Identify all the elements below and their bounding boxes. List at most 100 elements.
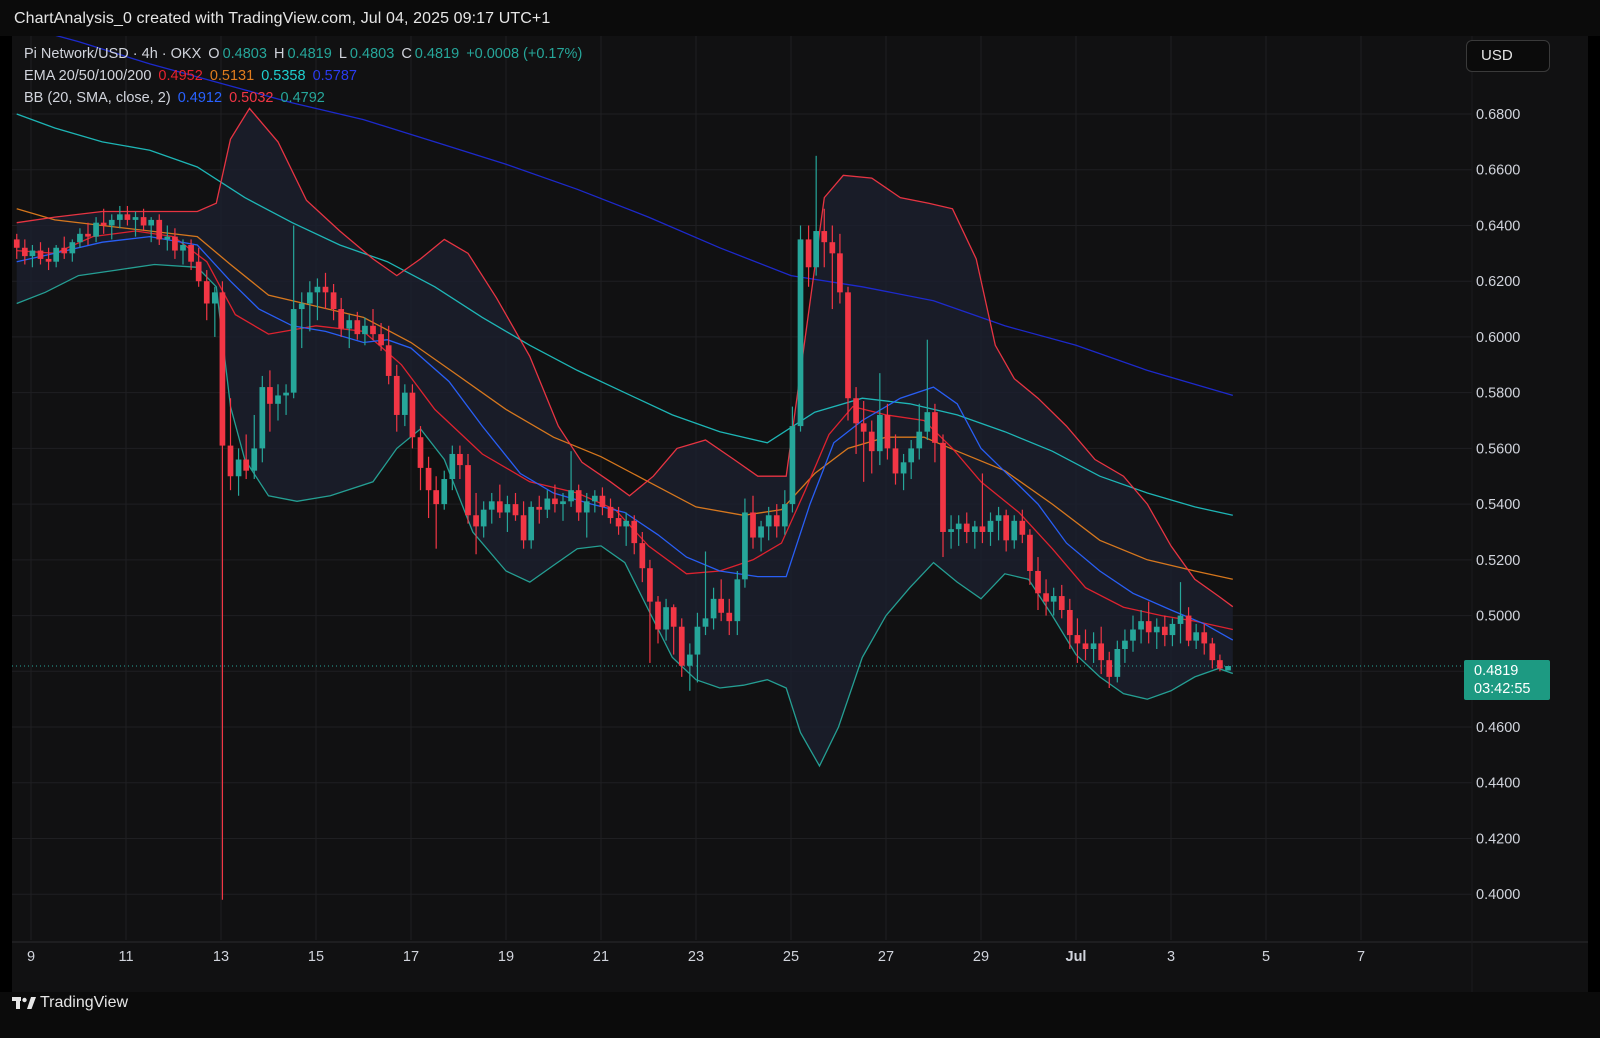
candle-down	[1027, 534, 1033, 571]
candle-up	[995, 515, 1002, 521]
candle-up	[694, 626, 701, 655]
candle-up	[53, 247, 60, 262]
candle-down	[963, 523, 970, 532]
x-tick-label: 17	[403, 949, 419, 965]
candle-up	[29, 250, 36, 257]
candle-up	[283, 392, 289, 396]
candle-up	[259, 387, 266, 449]
candle-down	[473, 515, 479, 527]
y-tick-label: 0.4200	[1476, 831, 1520, 847]
high-value: 0.4819	[287, 46, 332, 62]
candle-down	[496, 501, 503, 513]
chart-pane[interactable]: 0.40000.42000.44000.46000.48000.50000.52…	[12, 36, 1588, 992]
candle-up	[306, 292, 313, 304]
bar-countdown: 03:42:55	[1474, 681, 1531, 697]
candle-down	[940, 442, 946, 532]
high-label: H	[273, 46, 285, 62]
y-tick-label: 0.6800	[1476, 107, 1520, 123]
candle-up	[346, 320, 353, 329]
candle-down	[1161, 626, 1168, 636]
candle-up	[663, 607, 669, 630]
y-tick-label: 0.6200	[1476, 274, 1520, 290]
bb-label[interactable]: BB (20, SMA, close, 2)	[24, 90, 171, 106]
candle-down	[330, 292, 337, 310]
candle-down	[512, 504, 519, 516]
candle-up	[797, 239, 804, 427]
y-tick-label: 0.5600	[1476, 441, 1520, 457]
candle-up	[900, 462, 907, 474]
candle-up	[116, 214, 123, 220]
candle-down	[892, 448, 899, 474]
symbol-name[interactable]: Pi Network/USD · 4h · OKX	[24, 46, 201, 62]
candle-down	[1058, 596, 1065, 610]
candle-up	[235, 459, 242, 477]
y-tick-label: 0.4600	[1476, 720, 1520, 736]
candle-up	[108, 219, 115, 226]
last-price-value: 0.4819	[1474, 663, 1519, 679]
candle-up	[275, 395, 281, 404]
candle-down	[1209, 643, 1216, 661]
candle-down	[219, 292, 226, 446]
y-tick-label: 0.5200	[1476, 553, 1520, 569]
candle-down	[338, 309, 345, 329]
candle-down	[354, 320, 361, 335]
candle-down	[1043, 593, 1049, 602]
candle-down	[607, 506, 614, 519]
candle-down	[536, 506, 543, 510]
ema20-value: 0.4952	[158, 68, 203, 84]
candle-up	[449, 453, 456, 480]
candle-up	[789, 426, 796, 505]
x-tick-label: 23	[688, 949, 704, 965]
candle-down	[1066, 609, 1073, 636]
candle-up	[1090, 643, 1097, 650]
y-tick-label: 0.6400	[1476, 218, 1520, 234]
candle-down	[615, 518, 622, 527]
candle-down	[829, 242, 836, 254]
candle-down	[837, 253, 843, 293]
candle-up	[710, 598, 717, 619]
x-tick-label: Jul	[1066, 949, 1087, 965]
close-label: C	[401, 46, 412, 62]
y-tick-label: 0.5400	[1476, 497, 1520, 513]
candle-down	[860, 423, 867, 432]
x-tick-label: 5	[1262, 949, 1270, 965]
candle-down	[655, 601, 661, 630]
candle-up	[971, 526, 978, 532]
x-tick-label: 9	[27, 949, 35, 965]
symbol-legend[interactable]: Pi Network/USD · 4h · OKX O 0.4803 H 0.481…	[24, 46, 585, 62]
top-bar: ChartAnalysis_0 created with TradingView…	[0, 0, 1600, 36]
candle-up	[1177, 615, 1184, 624]
candle-down	[1003, 515, 1010, 541]
candle-up	[1153, 626, 1160, 633]
x-tick-label: 25	[783, 949, 799, 965]
price-chart-svg[interactable]: 0.40000.42000.44000.46000.48000.50000.52…	[12, 36, 1588, 992]
candle-down	[370, 325, 376, 335]
candle-up	[686, 654, 693, 666]
candle-up	[251, 448, 258, 471]
candle-down	[267, 387, 273, 404]
candle-up	[924, 412, 931, 432]
candle-down	[45, 258, 52, 262]
candle-up	[1138, 621, 1144, 630]
bb-basis-value: 0.4912	[177, 90, 223, 106]
candle-up	[132, 217, 139, 220]
ema-label[interactable]: EMA 20/50/100/200	[24, 68, 151, 84]
candle-down	[845, 292, 851, 399]
bb-legend[interactable]: BB (20, SMA, close, 2) 0.4912 0.5032 0.4…	[24, 90, 328, 106]
candle-up	[1193, 632, 1200, 641]
candle-up	[955, 523, 962, 530]
x-tick-label: 7	[1357, 949, 1365, 965]
candle-up	[1122, 640, 1128, 650]
currency-button[interactable]: USD	[1466, 40, 1550, 72]
candle-down	[599, 495, 606, 507]
candle-up	[813, 231, 820, 268]
candle-down	[100, 222, 107, 226]
ema-legend[interactable]: EMA 20/50/100/200 0.4952 0.5131 0.5358 0…	[24, 68, 360, 84]
tradingview-logo[interactable]: TradingView	[12, 994, 128, 1012]
y-tick-label: 0.6000	[1476, 330, 1520, 346]
candle-down	[853, 398, 859, 424]
candle-down	[1185, 615, 1192, 641]
candle-down	[195, 261, 202, 282]
candle-down	[85, 233, 91, 237]
candle-up	[908, 448, 915, 463]
